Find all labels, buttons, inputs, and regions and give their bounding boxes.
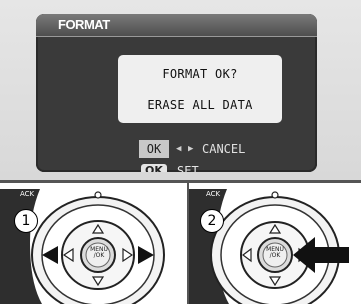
set-label: SET (177, 164, 199, 172)
format-question: FORMAT OK? (162, 67, 238, 81)
step-1-badge: 1 (14, 209, 38, 233)
confirmation-box: FORMAT OK? ERASE ALL DATA (118, 55, 282, 123)
menu-titlebar: FORMAT (36, 14, 317, 37)
cancel-option[interactable]: CANCEL (202, 142, 245, 156)
menu-ok-label-2: MENU /OK (266, 246, 284, 259)
side-label-2: ACK (206, 190, 221, 198)
step2-illustration (189, 183, 361, 304)
right-arrow-icon: ▶ (188, 144, 194, 154)
side-label-1: ACK (20, 190, 35, 198)
lcd-screen: FORMAT FORMAT OK? ERASE ALL DATA OK ◀ ▶ … (36, 14, 317, 172)
step1-illustration (0, 183, 187, 304)
left-arrow-icon: ◀ (176, 144, 182, 154)
ok-option[interactable]: OK (139, 140, 169, 158)
step-2-badge: 2 (200, 209, 224, 233)
camera-screen-panel: FORMAT FORMAT OK? ERASE ALL DATA OK ◀ ▶ … (0, 0, 361, 180)
erase-warning: ERASE ALL DATA (147, 98, 253, 112)
menu-title: FORMAT (58, 17, 110, 32)
ok-key-icon: OK (141, 164, 167, 172)
choice-row: OK ◀ ▶ CANCEL (36, 140, 317, 162)
menu-ok-label-1: MENU /OK (90, 246, 108, 259)
